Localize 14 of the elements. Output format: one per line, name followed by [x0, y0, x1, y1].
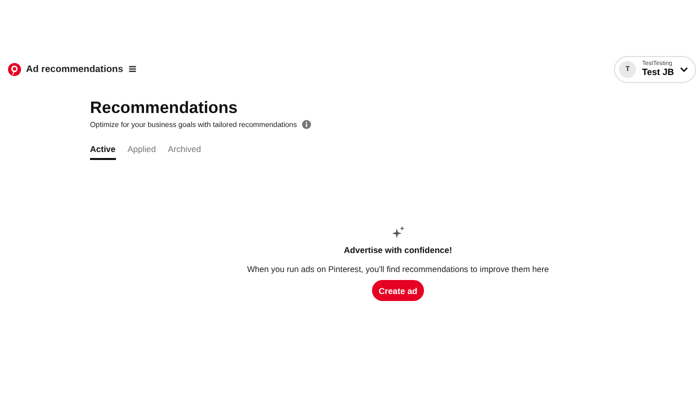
menu-icon[interactable] [129, 66, 136, 72]
tab[interactable]: Active [90, 144, 116, 160]
empty-title: Advertise with confidence! [344, 245, 452, 255]
tab[interactable]: Archived [168, 144, 201, 160]
app-title: Ad recommendations [26, 64, 124, 74]
info-icon[interactable] [302, 120, 311, 129]
empty-message: When you run ads on Pinterest, you'll find recommendations to improve them here [247, 264, 549, 274]
chevron-down-icon [680, 66, 688, 72]
sparkle-icon [392, 226, 404, 239]
logo-icon[interactable] [8, 62, 21, 76]
account-name: Test JB [642, 68, 674, 77]
create-ad-button[interactable]: Create ad [372, 280, 424, 301]
page-title: Recommendations [90, 98, 239, 118]
tab[interactable]: Applied [128, 144, 156, 160]
